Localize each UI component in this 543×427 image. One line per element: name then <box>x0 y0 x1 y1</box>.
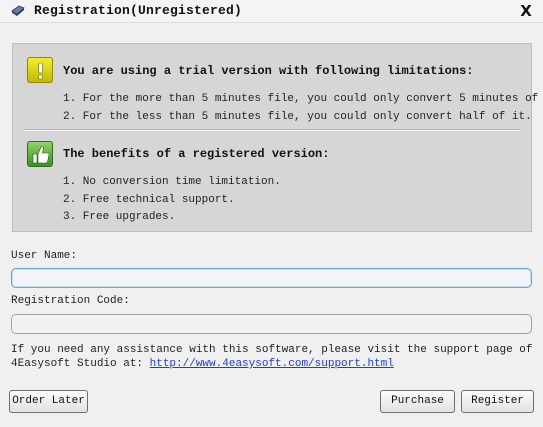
user-name-label: User Name: <box>11 250 78 262</box>
purchase-button[interactable]: Purchase <box>380 390 455 413</box>
registration-dialog: Registration(Unregistered) X You are usi… <box>0 0 543 427</box>
benefit-item: 3. Free upgrades. <box>63 211 176 223</box>
support-link[interactable]: http://www.4easysoft.com/support.html <box>150 358 394 370</box>
help-text-prefix: 4Easysoft Studio at: <box>11 358 150 370</box>
benefits-heading: The benefits of a registered version: <box>63 147 330 161</box>
help-text-line1: If you need any assistance with this sof… <box>11 344 533 356</box>
app-logo-icon <box>10 4 26 17</box>
registration-code-label: Registration Code: <box>11 295 130 307</box>
limitation-item: 2. For the less than 5 minutes file, you… <box>63 111 532 123</box>
warning-icon <box>27 57 53 83</box>
order-later-button[interactable]: Order Later <box>9 390 88 413</box>
register-button[interactable]: Register <box>461 390 534 413</box>
info-panel: You are using a trial version with follo… <box>12 43 543 232</box>
thumbs-up-icon <box>27 141 53 167</box>
user-name-input[interactable] <box>11 268 532 288</box>
section-divider <box>23 129 521 131</box>
limitation-item: 1. For the more than 5 minutes file, you… <box>63 93 543 105</box>
benefit-item: 1. No conversion time limitation. <box>63 176 281 188</box>
close-button[interactable]: X <box>517 2 535 20</box>
limitations-heading: You are using a trial version with follo… <box>63 64 474 78</box>
registration-code-input[interactable] <box>11 314 532 334</box>
title-bar[interactable]: Registration(Unregistered) X <box>0 0 543 23</box>
window-title: Registration(Unregistered) <box>34 3 243 18</box>
benefit-item: 2. Free technical support. <box>63 194 235 206</box>
help-text-line2: 4Easysoft Studio at: http://www.4easysof… <box>11 358 394 370</box>
